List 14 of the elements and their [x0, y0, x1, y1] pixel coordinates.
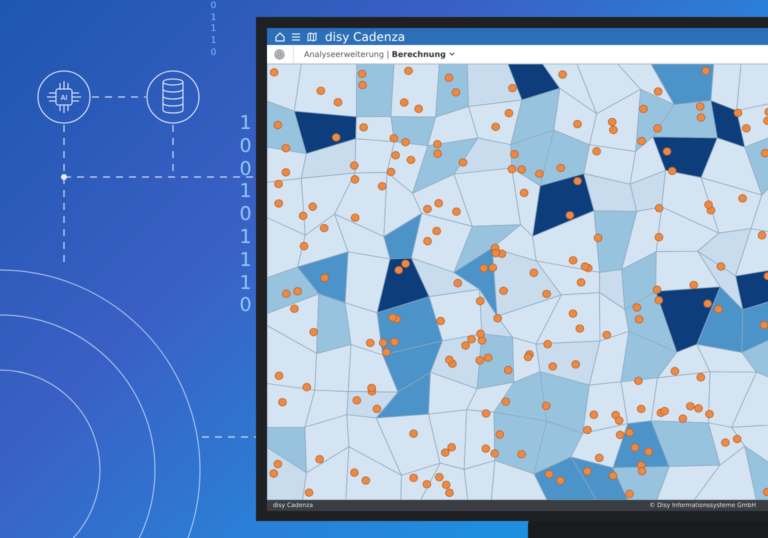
binary-digits: 01110	[210, 1, 218, 60]
breadcrumb-dropdown[interactable]: Analyseerweiterung | Berechnung	[293, 45, 455, 63]
target-icon[interactable]	[274, 48, 285, 60]
app-title: disy Cadenza	[325, 30, 406, 44]
binary-digits: 100101110	[238, 112, 253, 318]
junction-dot	[61, 174, 67, 180]
caret-icon	[448, 52, 455, 56]
home-icon[interactable]	[275, 32, 285, 42]
menu-icon[interactable]	[291, 32, 301, 42]
database-icon	[146, 70, 200, 124]
map-icon[interactable]	[307, 32, 317, 42]
dashed-line	[92, 96, 146, 98]
dashed-line	[202, 436, 258, 438]
ai-chip-icon	[38, 70, 90, 124]
